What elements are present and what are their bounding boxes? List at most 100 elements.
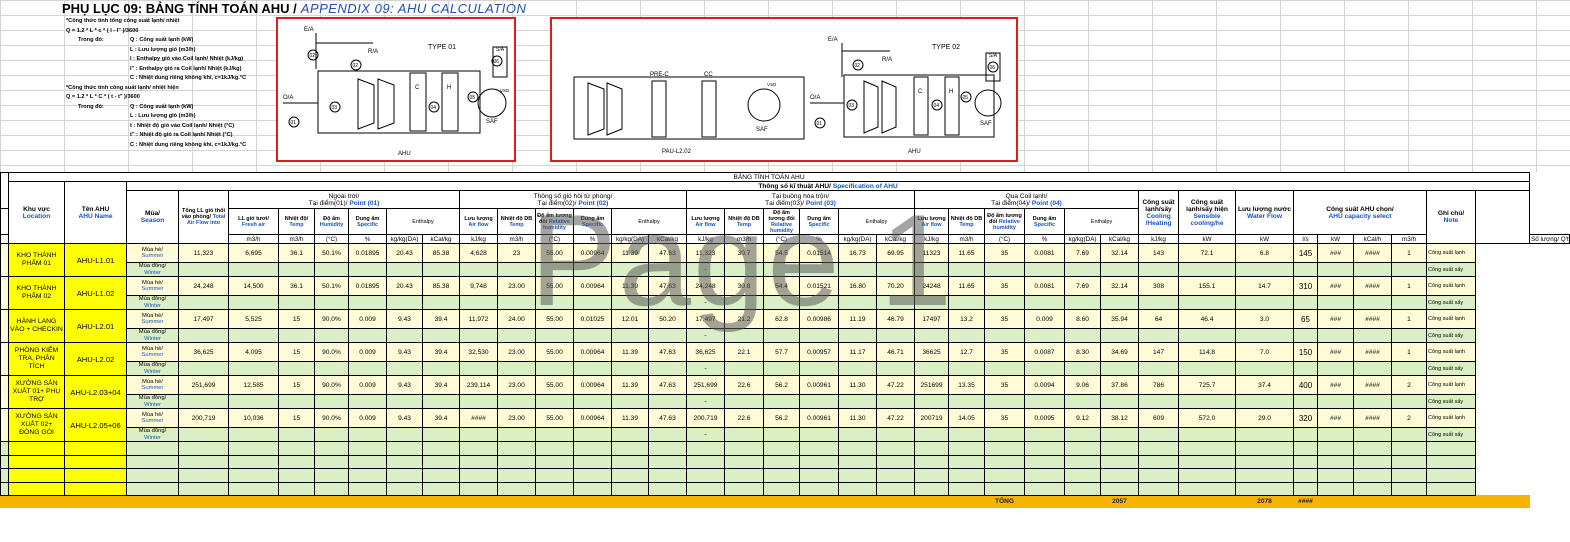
empty-cell <box>314 441 349 456</box>
value-cell: 0.01521 <box>799 276 839 296</box>
note-cell[interactable]: Công suất lạnh <box>1426 243 1476 263</box>
note-cell[interactable]: Công suất sấy <box>1426 295 1476 310</box>
total-cell <box>1426 495 1476 508</box>
formula-block: *Công thức tính tổng công suất lạnh/ nhi… <box>66 17 281 150</box>
formula-a-heading: *Công thức tính tổng công suất lạnh/ nhi… <box>66 18 180 24</box>
ahu-type01-diagram[interactable]: TYPE 01 E/A R/A 02 02 S/A 06 O/A 01 03 C… <box>276 17 516 162</box>
empty-cell <box>573 481 612 496</box>
unit-cell: (°C) <box>314 234 349 244</box>
winter-season-cell: Mùa đông/Winter <box>126 328 179 343</box>
col-season: Mùa/Season <box>126 190 179 244</box>
col-spec-03: Dung ẩm Specific <box>799 208 839 235</box>
empty-cell <box>314 468 349 483</box>
value-cell: 55.00 <box>535 243 574 263</box>
empty-cell <box>278 328 315 343</box>
p01-vi: Tại điểm(01)/ <box>308 199 348 207</box>
hum-en: Humidity <box>319 221 344 228</box>
note-cell[interactable]: Công suất lạnh <box>1426 276 1476 296</box>
empty-cell <box>1391 427 1427 442</box>
empty-cell <box>1353 454 1392 469</box>
note-cell[interactable]: Công suất lạnh <box>1426 408 1476 428</box>
empty-cell <box>126 481 179 496</box>
empty-cell <box>1100 427 1139 442</box>
note-cell[interactable]: Công suất sấy <box>1426 427 1476 442</box>
empty-cell <box>1024 441 1065 456</box>
type02-label: TYPE 02 <box>932 44 960 51</box>
summer-season-cell: Mùa hè/Summer <box>126 408 179 428</box>
empty-cell <box>914 481 949 496</box>
value-cell: 200,719 <box>686 408 725 428</box>
empty-cell <box>1353 441 1392 456</box>
empty-cell <box>1293 468 1318 483</box>
p04-vi: Tại điểm(04)/ <box>991 199 1030 207</box>
winter-season-cell: Mùa đông/Winter <box>126 361 179 376</box>
empty-cell <box>573 441 612 456</box>
empty-cell <box>948 441 985 456</box>
db-en: Temp <box>959 221 974 228</box>
value-cell: 1 <box>1391 342 1427 362</box>
empty-cell <box>724 454 764 469</box>
value-cell: 0.0094 <box>1024 375 1065 395</box>
unit-cell: kW <box>1178 234 1236 244</box>
empty-cell <box>1064 468 1101 483</box>
empty-cell <box>64 454 127 469</box>
note-cell[interactable]: Công suất sấy <box>1426 262 1476 277</box>
total-cell <box>386 495 423 508</box>
value-cell: 13.35 <box>948 375 985 395</box>
empty-cell <box>228 328 279 343</box>
value-cell: 55.00 <box>535 342 574 362</box>
col-cooling: Công suất lạnh/sấy Cooling /Heating <box>1138 190 1179 235</box>
note-cell[interactable]: Công suất sấy <box>1426 361 1476 376</box>
value-cell: ### <box>1317 243 1354 263</box>
summer-season-cell: Mùa hè/Summer <box>126 375 179 395</box>
note-cell[interactable]: Công suất sấy <box>1426 328 1476 343</box>
season-en: Season <box>140 217 165 224</box>
value-cell: 23.00 <box>497 408 536 428</box>
value-cell: 55.00 <box>535 375 574 395</box>
total-cell <box>1024 495 1065 508</box>
winter-season-cell: Mùa đông/Winter <box>126 427 179 442</box>
empty-cell <box>278 454 315 469</box>
empty-cell <box>1024 262 1065 277</box>
definition: Công suất lạnh (kW) <box>139 37 194 43</box>
empty-cell <box>611 394 649 409</box>
ahu-type02-diagram[interactable]: PRE-C CC VSD SAF PAU-L2.02 TYPE 02 E/A R… <box>550 17 1018 162</box>
empty-cell <box>422 361 460 376</box>
empty-cell <box>838 361 877 376</box>
empty-cell <box>648 481 687 496</box>
note-cell[interactable]: Công suất lạnh <box>1426 375 1476 395</box>
empty-cell <box>459 454 498 469</box>
value-cell: 36625 <box>914 342 949 362</box>
unit-cell: (°C) <box>535 234 574 244</box>
empty-cell <box>178 481 229 496</box>
value-cell: 200719 <box>914 408 949 428</box>
note-cell[interactable]: Công suất lạnh <box>1426 309 1476 329</box>
empty-cell <box>535 295 574 310</box>
value-cell: 0.00964 <box>573 243 612 263</box>
empty-cell <box>126 454 179 469</box>
value-cell: 32.14 <box>1100 276 1139 296</box>
value-cell: ### <box>1317 309 1354 329</box>
total-cell <box>1064 495 1101 508</box>
value-cell: 72.1 <box>1178 243 1236 263</box>
empty-cell <box>278 361 315 376</box>
note-cell[interactable]: Công suất sấy <box>1426 394 1476 409</box>
empty-cell <box>1100 441 1139 456</box>
empty-cell <box>763 468 800 483</box>
cap-en: AHU capacity select <box>1328 212 1392 220</box>
value-cell: - <box>686 328 725 343</box>
value-cell: 0.009 <box>348 309 387 329</box>
empty-cell <box>1317 441 1354 456</box>
point-03-2: 03 <box>849 103 855 109</box>
point-01-2: 01 <box>817 121 823 127</box>
empty-cell <box>724 262 764 277</box>
empty-cell <box>611 262 649 277</box>
p02-en: Point (02) <box>578 199 609 207</box>
outdoor-label: Ngoài trời/ <box>328 192 360 200</box>
row-gutter <box>0 441 9 456</box>
row-gutter <box>0 342 9 376</box>
value-cell: 24248 <box>914 276 949 296</box>
empty-cell <box>1317 394 1354 409</box>
unit-cell: m3/h <box>278 234 315 244</box>
note-cell[interactable]: Công suất lạnh <box>1426 342 1476 362</box>
